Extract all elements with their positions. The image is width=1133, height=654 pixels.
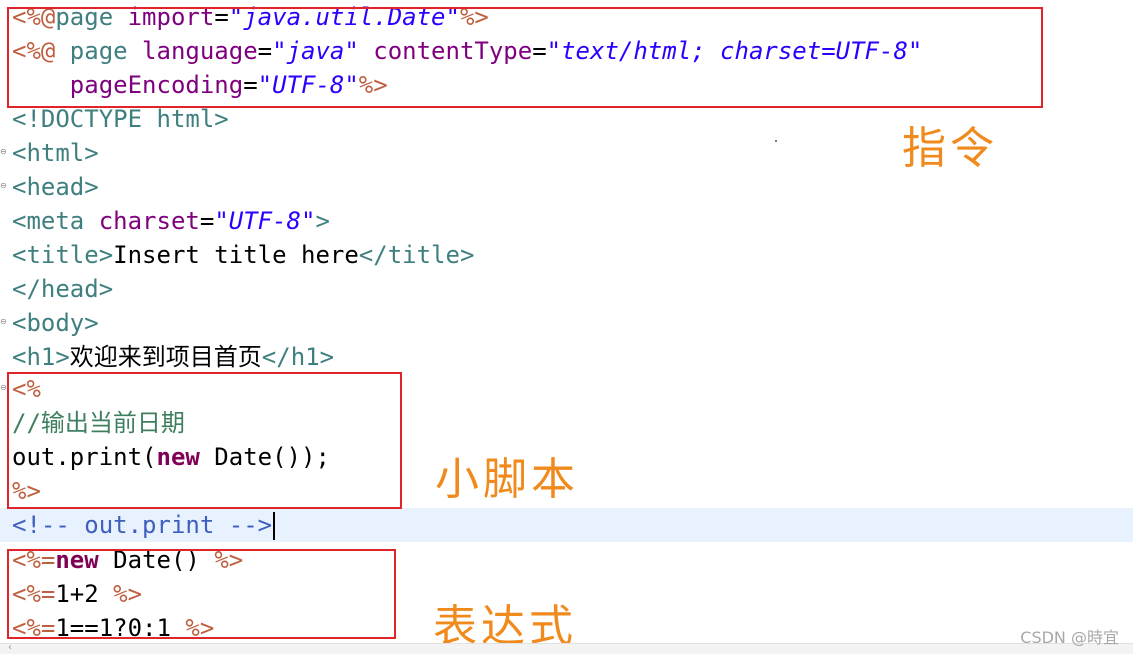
code-line[interactable]: <title>Insert title here</title> [12, 238, 474, 272]
fold-toggle-icon[interactable]: ⊖ [0, 318, 8, 326]
scroll-left-arrow-icon[interactable]: ‹ [8, 642, 12, 653]
code-line[interactable]: <head> [12, 170, 99, 204]
code-token: <h1> [12, 343, 70, 371]
fold-toggle-icon[interactable]: ⊖ [0, 182, 8, 190]
code-line[interactable]: </head> [12, 272, 113, 306]
expression-highlight-box [7, 549, 396, 639]
code-token: charset [98, 207, 200, 235]
code-line[interactable]: <html> [12, 136, 99, 170]
code-line-current[interactable]: <!-- out.print --> [12, 508, 276, 542]
code-line[interactable]: <h1>欢迎来到项目首页</h1> [12, 340, 334, 374]
code-token: <head> [12, 173, 99, 201]
code-token: <title> [12, 241, 114, 269]
code-token: > [315, 207, 330, 235]
scriptlet-annotation: 小脚本 [435, 454, 579, 505]
horizontal-scrollbar[interactable]: ‹ [0, 642, 1133, 654]
code-line[interactable]: <meta charset="UTF-8"> [12, 204, 330, 238]
fold-toggle-icon[interactable]: ⊖ [0, 148, 8, 156]
code-token: "UTF-8" [214, 207, 316, 235]
code-token: <!-- out.print --> [12, 511, 273, 539]
directive-annotation: 指令 [902, 123, 998, 174]
code-editor[interactable]: <%@page import="java.util.Date"%> <%@ pa… [0, 0, 1133, 652]
code-token: </head> [12, 275, 114, 303]
scriptlet-highlight-box [7, 372, 402, 509]
code-token: <meta [12, 207, 99, 235]
code-line[interactable]: <body> [12, 306, 99, 340]
code-token: </title> [358, 241, 475, 269]
code-token: <body> [12, 309, 99, 337]
directive-highlight-box [7, 7, 1043, 108]
code-token: </h1> [261, 343, 335, 371]
code-token: 欢迎来到项目首页 [69, 343, 262, 371]
text-caret [273, 512, 276, 540]
code-token: Insert title here [113, 241, 359, 269]
watermark: CSDN @時宜 [1020, 628, 1119, 647]
code-token: <!DOCTYPE html> [12, 105, 229, 133]
stray-dot [775, 140, 777, 142]
code-token: = [199, 207, 215, 235]
code-token: <html> [12, 139, 99, 167]
